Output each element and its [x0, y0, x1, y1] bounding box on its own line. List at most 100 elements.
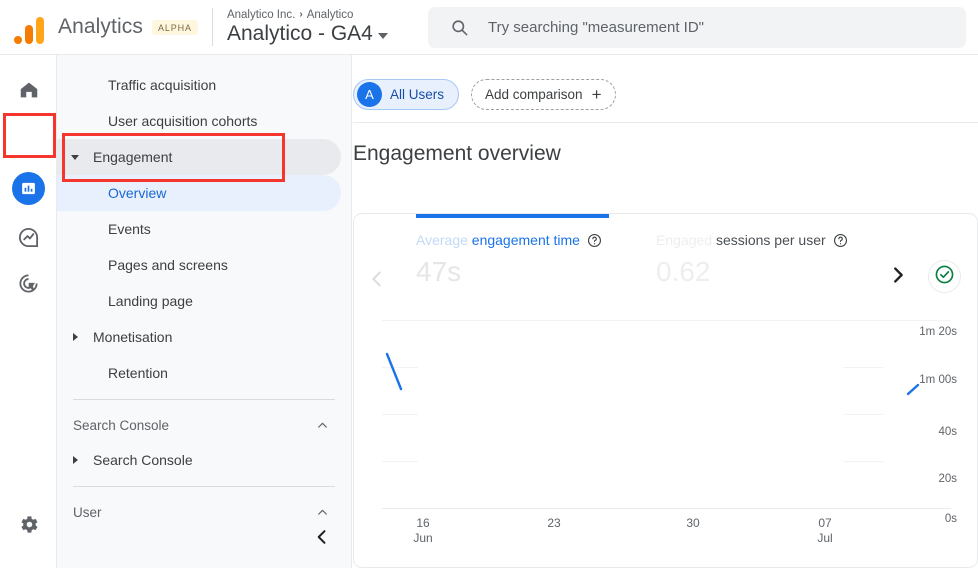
chevron-right-icon[interactable] — [73, 333, 78, 341]
metric-title-prefix: Average — [416, 232, 472, 248]
x-axis-tick: 30 — [663, 516, 723, 531]
nav-item-monetisation[interactable]: Monetisation — [57, 319, 341, 355]
add-comparison-button[interactable]: Add comparison + — [471, 79, 616, 110]
nav-item-user-acquisition-cohorts[interactable]: User acquisition cohorts — [57, 103, 341, 139]
breadcrumb-property: Analytico — [306, 8, 354, 21]
home-icon — [18, 79, 40, 106]
check-circle-icon — [934, 264, 955, 290]
advertising-target-icon — [17, 272, 40, 300]
metric-engaged-sessions-per-user[interactable]: Engaged sessions per user 0.62 — [656, 232, 848, 288]
search-input[interactable]: Try searching "measurement ID" — [488, 19, 704, 36]
x-axis-tick: 23 — [524, 516, 584, 531]
chip-all-users[interactable]: A All Users — [353, 79, 460, 110]
icon-rail — [0, 55, 57, 568]
carousel-prev-button[interactable] — [366, 268, 388, 290]
account-selector[interactable]: Analytico Inc. › Analytico Analytico - G… — [227, 9, 388, 46]
nav-item-events[interactable]: Events — [57, 211, 341, 247]
plus-icon: + — [591, 84, 602, 104]
chevron-up-icon[interactable] — [316, 419, 329, 432]
nav-item-pages-and-screens[interactable]: Pages and screens — [57, 247, 341, 283]
logo-bar-tall — [36, 17, 44, 44]
x-axis-tick-month: Jul — [817, 531, 833, 545]
page-title: Engagement overview — [353, 142, 561, 165]
x-axis-tick-day: 07 — [818, 516, 832, 530]
x-axis-tick-day: 23 — [547, 516, 561, 530]
active-metric-indicator — [416, 214, 609, 218]
metric-title: Engaged sessions per user — [656, 232, 848, 248]
analytics-logo-icon — [12, 10, 46, 44]
engagement-time-chart: 1m 20s 1m 00s 40s 20s 0s 16 Jun 23 30 07… — [354, 306, 977, 567]
chevron-left-icon — [312, 527, 332, 552]
metric-value: 47s — [416, 256, 462, 287]
nav-item-traffic-acquisition[interactable]: Traffic acquisition — [57, 67, 341, 103]
property-title[interactable]: Analytico - GA4 — [227, 22, 388, 46]
metric-title-prefix: Engaged — [656, 232, 713, 248]
reports-bar-chart-icon — [12, 172, 45, 205]
nav-item-landing-page[interactable]: Landing page — [57, 283, 341, 319]
explore-icon — [17, 226, 40, 254]
x-axis-tick-month: Jun — [413, 531, 433, 545]
breadcrumb-separator-icon: › — [299, 9, 303, 20]
nav-section-search-console[interactable]: Search Console — [57, 408, 351, 442]
avatar: A — [357, 82, 382, 107]
add-comparison-label: Add comparison — [485, 87, 583, 102]
breadcrumb-account: Analytico Inc. — [226, 8, 296, 21]
nav-section-label: Search Console — [73, 417, 170, 433]
nav-label: User acquisition cohorts — [108, 113, 258, 129]
metric-title: Average engagement time — [416, 232, 602, 248]
rail-item-advertising[interactable] — [12, 269, 45, 302]
nav-label: Overview — [108, 185, 167, 201]
nav-item-engagement[interactable]: Engagement — [57, 139, 341, 175]
rail-item-home[interactable] — [12, 76, 45, 109]
navigation-panel: Traffic acquisition User acquisition coh… — [57, 55, 352, 568]
breadcrumb: Analytico Inc. › Analytico — [227, 9, 388, 21]
metric-title-main: sessions per user — [712, 232, 826, 248]
metric-value: 0.62 — [656, 256, 711, 287]
chevron-down-icon[interactable] — [71, 154, 79, 160]
nav-divider — [73, 486, 335, 487]
nav-label: Retention — [108, 365, 168, 381]
chevron-right-icon[interactable] — [73, 456, 78, 464]
status-badge[interactable] — [928, 260, 961, 293]
help-circle-icon[interactable] — [833, 233, 848, 248]
brand-name: Analytics — [58, 15, 143, 38]
chevron-up-icon[interactable] — [316, 506, 329, 519]
metric-average-engagement-time[interactable]: Average engagement time 47s — [416, 232, 602, 288]
nav-divider — [73, 399, 335, 400]
app-header: Analytics ALPHA Analytico Inc. › Analyti… — [0, 0, 978, 55]
chip-all-users-label: All Users — [390, 87, 445, 102]
main-content: A All Users Add comparison + Engagement … — [353, 55, 978, 568]
x-axis-tick-day: 30 — [686, 516, 700, 530]
rail-item-explore[interactable] — [12, 223, 45, 256]
search-icon — [450, 18, 469, 37]
metric-carousel: Average engagement time 47s Engaged sess… — [354, 232, 977, 302]
alpha-badge: ALPHA — [151, 19, 198, 35]
property-title-label: Analytico - GA4 — [226, 21, 373, 45]
logo-bar-mid — [25, 25, 33, 44]
gear-icon — [17, 513, 40, 541]
collapse-nav-button[interactable] — [309, 526, 335, 552]
rail-item-admin[interactable] — [12, 510, 45, 543]
x-axis-tick: 16 Jun — [393, 516, 453, 546]
search-bar[interactable]: Try searching "measurement ID" — [428, 7, 966, 48]
x-axis — [382, 508, 951, 509]
engagement-overview-card: Average engagement time 47s Engaged sess… — [353, 213, 978, 568]
rail-item-reports[interactable] — [12, 172, 45, 205]
chips-divider — [353, 122, 978, 123]
nav-label: Events — [108, 221, 151, 237]
nav-section-user[interactable]: User — [57, 495, 351, 529]
nav-item-overview[interactable]: Overview — [57, 175, 341, 211]
chart-line-fragments — [385, 352, 920, 396]
comparison-chips: A All Users Add comparison + — [353, 55, 978, 110]
nav-label: Traffic acquisition — [108, 77, 217, 93]
header-divider — [211, 8, 213, 46]
nav-section-label: User — [73, 504, 102, 520]
nav-item-search-console[interactable]: Search Console — [57, 442, 341, 478]
chevron-down-icon[interactable] — [377, 33, 388, 39]
carousel-next-button[interactable] — [887, 264, 909, 286]
nav-label: Landing page — [108, 293, 193, 309]
logo-dot — [14, 36, 22, 44]
x-axis-tick-day: 16 — [416, 516, 430, 530]
help-circle-icon[interactable] — [587, 233, 602, 248]
nav-item-retention[interactable]: Retention — [57, 355, 341, 391]
